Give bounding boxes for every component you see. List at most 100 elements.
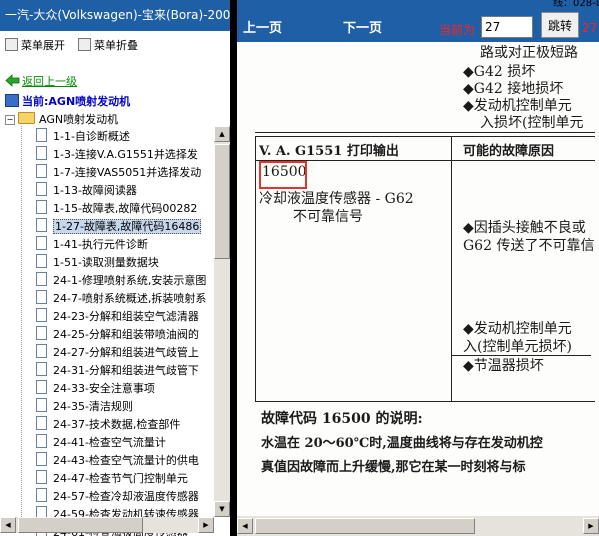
header-strip <box>237 0 599 8</box>
tree-item[interactable]: 24-7-喷射系统概述,拆装喷射系 <box>36 290 206 308</box>
tree-item[interactable]: 1-3-连接V.A.G1551并选择发 <box>36 146 198 164</box>
menu-toolbar: 菜单展开 菜单折叠 <box>0 34 230 54</box>
tree-item[interactable]: 1-51-读取测量数据块 <box>36 254 159 272</box>
document-icon <box>36 164 47 178</box>
current-location-label: 当前:AGN喷射发动机 <box>22 95 131 108</box>
document-icon <box>36 398 47 412</box>
scroll-right-icon[interactable]: ▶ <box>583 518 599 534</box>
tree-item[interactable]: 24-23-分解和组装空气滤清器 <box>36 308 199 326</box>
tree-item[interactable]: 1-15-故障表,故障代码00282 <box>36 200 197 218</box>
document-icon <box>36 416 47 430</box>
back-link[interactable]: 返回上一级 <box>5 73 77 89</box>
document-icon <box>36 362 47 376</box>
document-icon <box>36 200 47 214</box>
document-icon <box>36 488 47 502</box>
doc-text: ◆节温器损坏 <box>463 358 544 374</box>
document-icon <box>36 218 47 232</box>
tree-item[interactable]: 24-31-分解和组装进气歧管下 <box>36 362 199 380</box>
highlight-box <box>259 161 307 189</box>
document-icon <box>36 380 47 394</box>
doc-text: 不可靠信号 <box>293 209 363 225</box>
scroll-up-icon[interactable]: ▲ <box>214 126 230 142</box>
table-rule <box>255 136 595 137</box>
tree-item[interactable]: 24-37-技术数据,检查部件 <box>36 416 180 434</box>
scroll-thumb[interactable] <box>214 144 230 259</box>
computer-icon <box>5 94 19 107</box>
doc-text: 冷却液温度传感器 - G62 <box>259 191 414 207</box>
next-page-button[interactable]: 下一页 <box>343 17 382 36</box>
expand-icon <box>5 38 18 51</box>
document-viewer-panel: 上一页 下一页 当前为 跳转 27 线：028-870382 路或对正极短路 ◆… <box>237 0 599 536</box>
current-page-label: 当前为 <box>439 23 476 37</box>
table-header: 可能的故障原因 <box>463 144 555 159</box>
tree-item[interactable]: 1-41-执行元件诊断 <box>36 236 148 254</box>
folder-label: AGN喷射发动机 <box>39 113 119 126</box>
tree-item[interactable]: 24-1-修理喷射系统,安装示意图 <box>36 272 206 290</box>
tree-item[interactable]: 1-13-故障阅读器 <box>36 182 137 200</box>
document-icon <box>36 182 47 196</box>
current-location: 当前:AGN喷射发动机 <box>5 93 130 109</box>
hotline-text: 线：028-870382 <box>553 0 599 9</box>
document-icon <box>36 308 47 322</box>
document-icon <box>36 272 47 286</box>
tree-item[interactable]: 24-25-分解和组装带喷油阀的 <box>36 326 199 344</box>
scroll-down-icon[interactable]: ▼ <box>214 501 230 517</box>
table-header: V. A. G1551 打印输出 <box>259 144 399 159</box>
page-number-input[interactable] <box>481 16 533 38</box>
prev-page-button[interactable]: 上一页 <box>243 17 282 36</box>
document-icon <box>36 236 47 250</box>
scanned-page: 路或对正极短路 ◆G42 损坏 ◆G42 接地损坏 ◆发动机控制单元 入损坏(控… <box>237 42 599 516</box>
document-icon <box>36 344 47 358</box>
doc-text: 真值因故障而上升缓慢,那它在某一时刻将与标 <box>261 460 526 475</box>
tree-horizontal-scrollbar[interactable]: ◀ ▶ <box>0 517 214 533</box>
table-rule <box>255 132 595 133</box>
document-icon <box>36 290 47 304</box>
tree-item[interactable]: 24-43-检查空气流量计的供电 <box>36 452 199 470</box>
scroll-left-icon[interactable]: ◀ <box>237 518 253 534</box>
tree-item[interactable]: 1-7-连接VAS5051并选择发动 <box>36 164 201 182</box>
tree-folder[interactable]: − AGN喷射发动机 <box>5 111 118 127</box>
back-link-label: 返回上一级 <box>22 75 77 88</box>
menu-expand-button[interactable]: 菜单展开 <box>5 37 65 53</box>
panel-title: 一汽-大众(Volkswagen)-宝来(Bora)-2001 <box>0 0 230 31</box>
scroll-right-icon[interactable]: ▶ <box>198 517 214 533</box>
document-icon <box>36 434 47 448</box>
tree-item[interactable]: 24-35-清洁规则 <box>36 398 133 416</box>
doc-text: ◆发动机控制单元 <box>463 321 572 337</box>
document-icon <box>36 146 47 160</box>
tree-item[interactable]: 24-41-检查空气流量计 <box>36 434 166 452</box>
doc-text: 路或对正极短路 <box>480 45 578 61</box>
tree-item[interactable]: 24-57-检查冷却液温度传感器 <box>36 488 199 506</box>
tree-item-selected[interactable]: 1-27-故障表,故障代码16486 <box>36 218 202 236</box>
folder-icon <box>18 112 35 124</box>
doc-text: 入(控制单元损坏) <box>463 339 572 355</box>
menu-collapse-label: 菜单折叠 <box>94 39 138 52</box>
jump-button[interactable]: 跳转 <box>541 12 579 38</box>
document-icon <box>36 452 47 466</box>
document-icon <box>36 254 47 268</box>
scroll-thumb[interactable] <box>18 517 143 533</box>
tree-item[interactable]: 24-27-分解和组装进气歧管上 <box>36 344 199 362</box>
collapse-node-icon[interactable]: − <box>5 115 15 125</box>
page-navigation-bar: 上一页 下一页 当前为 跳转 27 <box>237 8 599 42</box>
doc-text: 故障代码 16500 的说明: <box>261 411 423 427</box>
back-arrow-icon <box>5 74 20 87</box>
total-pages: 27 <box>582 21 598 35</box>
scroll-thumb[interactable] <box>255 518 475 534</box>
tree-item[interactable]: 1-1-自诊断概述 <box>36 128 130 146</box>
document-horizontal-scrollbar[interactable]: ◀ ▶ <box>237 516 599 536</box>
doc-text: 入损坏(控制单元 <box>480 115 584 131</box>
menu-expand-label: 菜单展开 <box>21 39 65 52</box>
tree-vertical-scrollbar[interactable]: ▲ ▼ <box>214 126 230 517</box>
doc-text: ◆因插头接触不良或 <box>463 220 586 236</box>
menu-collapse-button[interactable]: 菜单折叠 <box>78 37 138 53</box>
left-navigation-panel: 一汽-大众(Volkswagen)-宝来(Bora)-2001 菜单展开 菜单折… <box>0 0 230 536</box>
frame-divider[interactable] <box>230 0 237 536</box>
scroll-left-icon[interactable]: ◀ <box>0 517 16 533</box>
tree-item[interactable]: 24-33-安全注意事项 <box>36 380 155 398</box>
tree-connector-line <box>21 126 22 517</box>
collapse-icon <box>78 38 91 51</box>
document-icon <box>36 470 47 484</box>
doc-text: 水温在 20～60℃时,温度曲线将与存在发动机控 <box>261 436 543 451</box>
tree-item[interactable]: 24-47-检查节气门控制单元 <box>36 470 188 488</box>
